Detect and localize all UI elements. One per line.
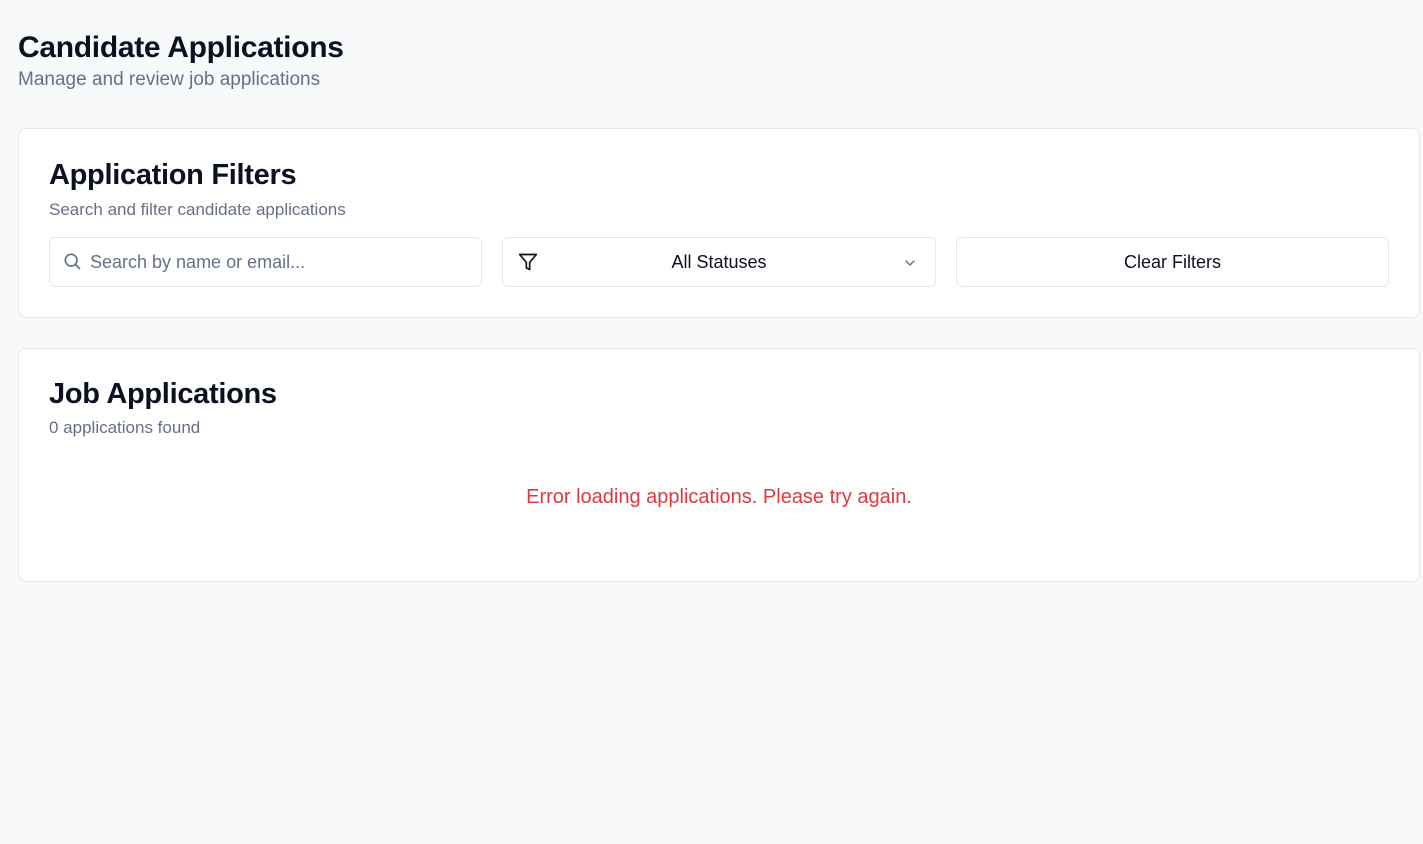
page-header: Candidate Applications Manage and review…	[18, 30, 344, 93]
filters-card-title: Application Filters	[49, 159, 297, 191]
status-select[interactable]: All Statuses	[502, 237, 936, 287]
search-icon	[64, 253, 81, 270]
search-box[interactable]	[49, 237, 482, 287]
chevron-down-icon	[905, 260, 915, 266]
applications-card-title: Job Applications	[49, 378, 277, 410]
clear-filters-label: Clear Filters	[1123, 252, 1221, 272]
error-message: Error loading applications. Please try a…	[526, 486, 912, 508]
applications-count: 0 applications found	[49, 418, 201, 437]
page: Candidate Applications Manage and review…	[0, 0, 1423, 844]
clear-filters-button[interactable]: Clear Filters	[956, 237, 1389, 287]
filters-card: Application Filters Search and filter ca…	[18, 128, 1420, 318]
page-title: Candidate Applications	[18, 31, 344, 64]
search-input[interactable]	[90, 238, 470, 286]
page-subtitle: Manage and review job applications	[18, 69, 321, 90]
filters-card-description: Search and filter candidate applications	[49, 200, 346, 219]
applications-card: Job Applications 0 applications found Er…	[18, 348, 1420, 582]
status-select-value: All Statuses	[671, 252, 767, 272]
